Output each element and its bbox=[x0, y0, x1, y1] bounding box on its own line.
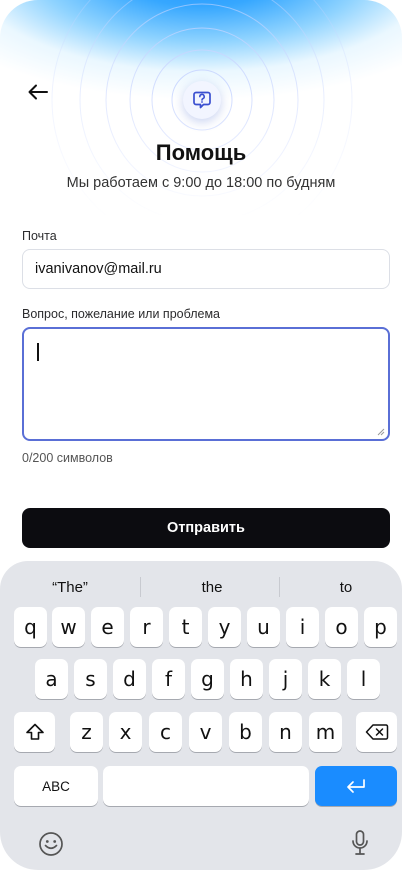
key-r[interactable]: r bbox=[130, 607, 163, 647]
working-hours-subtitle: Мы работаем с 9:00 до 18:00 по будням bbox=[66, 175, 336, 191]
suggestion-3[interactable]: to bbox=[284, 569, 402, 605]
key-l[interactable]: l bbox=[347, 659, 380, 699]
microphone-icon[interactable] bbox=[350, 829, 370, 857]
key-s[interactable]: s bbox=[74, 659, 107, 699]
return-key[interactable] bbox=[315, 766, 397, 806]
key-q[interactable]: q bbox=[14, 607, 47, 647]
key-u[interactable]: u bbox=[247, 607, 280, 647]
key-t[interactable]: t bbox=[169, 607, 202, 647]
key-o[interactable]: o bbox=[325, 607, 358, 647]
key-j[interactable]: j bbox=[269, 659, 302, 699]
key-n[interactable]: n bbox=[269, 712, 302, 752]
suggestion-divider bbox=[140, 577, 141, 597]
question-textarea[interactable] bbox=[22, 327, 390, 441]
submit-button[interactable]: Отправить bbox=[22, 508, 390, 548]
app-screen: Помощь Мы работаем с 9:00 до 18:00 по бу… bbox=[0, 0, 402, 870]
key-z[interactable]: z bbox=[70, 712, 103, 752]
onscreen-keyboard: “The” the to q w e r t y u i o p a s d f… bbox=[0, 561, 402, 870]
key-w[interactable]: w bbox=[52, 607, 85, 647]
key-i[interactable]: i bbox=[286, 607, 319, 647]
shift-key[interactable] bbox=[14, 712, 55, 752]
arrow-left-icon bbox=[28, 84, 48, 100]
email-label: Почта bbox=[22, 229, 57, 243]
space-key[interactable] bbox=[103, 766, 309, 806]
help-badge bbox=[183, 81, 221, 119]
key-p[interactable]: p bbox=[364, 607, 397, 647]
character-counter: 0/200 символов bbox=[22, 451, 113, 465]
resize-handle-icon[interactable] bbox=[375, 426, 385, 436]
backspace-icon bbox=[365, 724, 388, 740]
key-e[interactable]: e bbox=[91, 607, 124, 647]
page-title: Помощь bbox=[155, 140, 247, 165]
key-g[interactable]: g bbox=[191, 659, 224, 699]
suggestion-1[interactable]: “The” bbox=[8, 569, 132, 605]
key-b[interactable]: b bbox=[229, 712, 262, 752]
abc-key[interactable]: ABC bbox=[14, 766, 98, 806]
suggestion-2[interactable]: the bbox=[148, 569, 276, 605]
key-a[interactable]: a bbox=[35, 659, 68, 699]
return-icon bbox=[347, 779, 365, 793]
shift-icon bbox=[25, 723, 44, 740]
key-m[interactable]: m bbox=[309, 712, 342, 752]
email-field[interactable]: ivanivanov@mail.ru bbox=[22, 249, 390, 289]
key-k[interactable]: k bbox=[308, 659, 341, 699]
question-label: Вопрос, пожелание или проблема bbox=[22, 307, 220, 321]
emoji-icon[interactable] bbox=[38, 831, 64, 857]
question-chat-icon bbox=[193, 91, 211, 109]
key-y[interactable]: y bbox=[208, 607, 241, 647]
key-h[interactable]: h bbox=[230, 659, 263, 699]
email-value: ivanivanov@mail.ru bbox=[35, 261, 162, 277]
text-caret bbox=[37, 343, 39, 361]
key-f[interactable]: f bbox=[152, 659, 185, 699]
delete-key[interactable] bbox=[356, 712, 397, 752]
suggestion-divider bbox=[279, 577, 280, 597]
key-x[interactable]: x bbox=[109, 712, 142, 752]
key-v[interactable]: v bbox=[189, 712, 222, 752]
back-button[interactable] bbox=[22, 78, 54, 106]
key-d[interactable]: d bbox=[113, 659, 146, 699]
key-c[interactable]: c bbox=[149, 712, 182, 752]
